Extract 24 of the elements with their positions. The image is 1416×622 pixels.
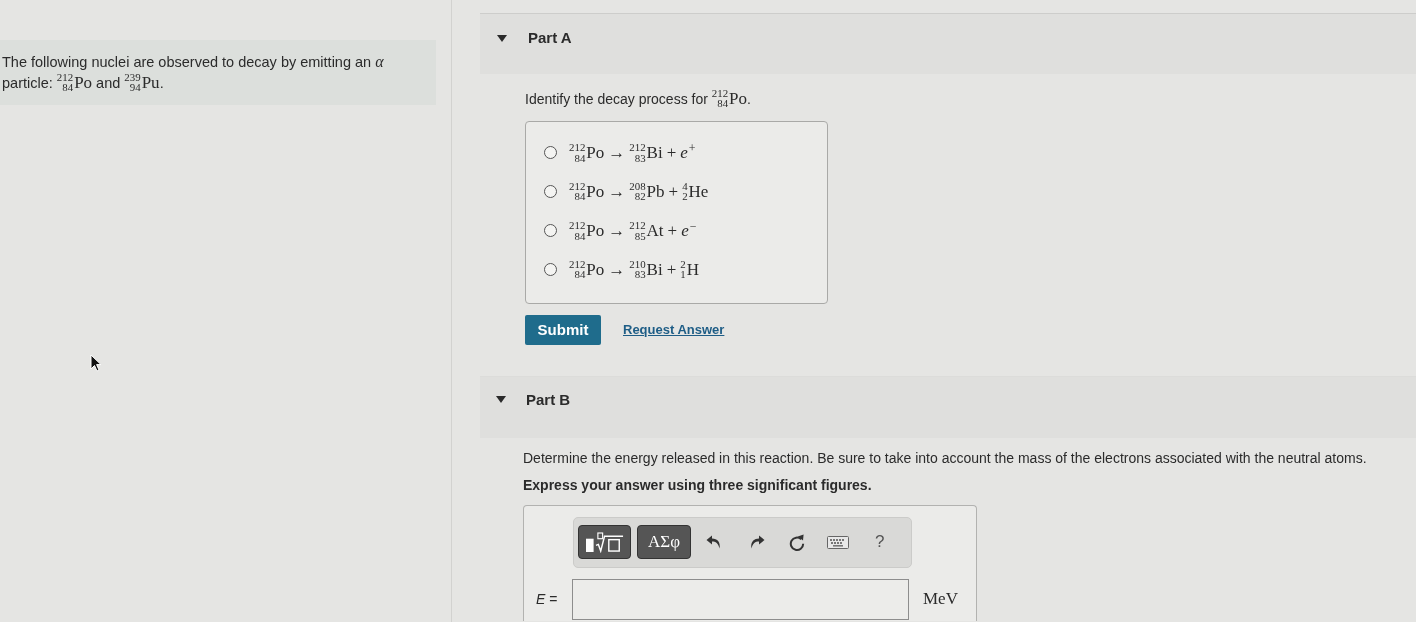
answer-input[interactable] (572, 578, 909, 620)
templates-button[interactable] (578, 525, 631, 560)
request-answer-link[interactable]: Request Answer (623, 322, 725, 338)
question-prompt: Determine the energy released in this reaction. Be sure to take into account the mass of the electrons associated with the neutral atoms. (523, 448, 1368, 468)
radio-button[interactable] (544, 262, 557, 276)
instruction-text: Express your answer using three significant figures. (523, 475, 873, 495)
radio-button[interactable] (544, 223, 557, 237)
caret-icon[interactable] (496, 396, 506, 404)
submit-button[interactable]: Submit (525, 314, 601, 345)
part-title[interactable]: Part B (526, 390, 571, 409)
variable-label: E = (536, 591, 559, 608)
unit-label: MeV (923, 589, 958, 610)
cursor-icon (90, 354, 102, 372)
undo-icon[interactable] (706, 535, 722, 550)
keyboard-icon[interactable] (827, 535, 849, 549)
help-button[interactable]: ? (873, 532, 887, 553)
part-title[interactable]: Part A (528, 29, 572, 47)
reset-icon[interactable] (789, 533, 805, 551)
redo-icon[interactable] (749, 535, 765, 550)
radio-button[interactable] (544, 184, 557, 198)
symbols-button[interactable]: ΑΣφ (637, 525, 691, 560)
radical-template-icon (585, 531, 624, 553)
radio-button[interactable] (544, 145, 557, 159)
caret-icon[interactable] (497, 34, 507, 42)
